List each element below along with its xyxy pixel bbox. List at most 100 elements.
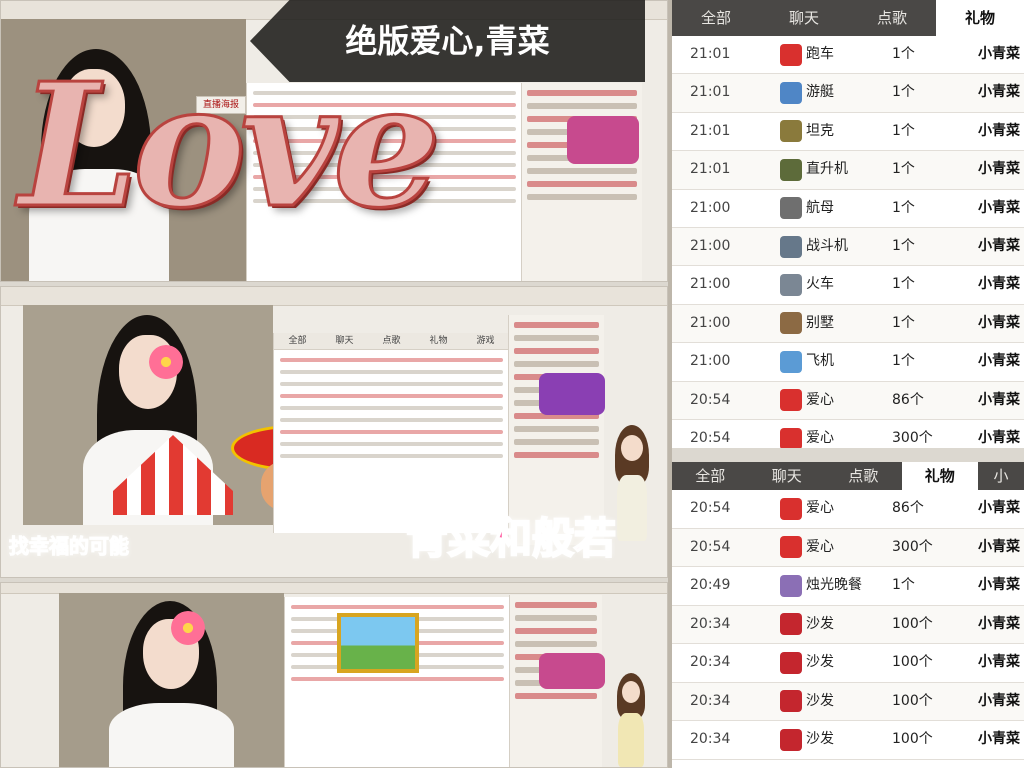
gift-sender[interactable]: 小青菜 (978, 266, 1020, 303)
gift-row: 20:54 爱心 300个 小青菜 (672, 420, 1024, 448)
gift-sender[interactable]: 小青菜 (978, 490, 1020, 528)
gift-sender[interactable]: 小青菜 (978, 190, 1020, 227)
gift-sender[interactable]: 小青菜 (978, 74, 1020, 111)
gift-row: 20:34 沙发 100个 小青菜 (672, 682, 1024, 721)
anime-girl-icon (605, 673, 655, 767)
carrier-icon (780, 197, 802, 220)
gift-sender[interactable]: 小青菜 (978, 683, 1020, 721)
gift-count: 1个 (892, 353, 915, 370)
gift-sender[interactable]: 小青菜 (978, 420, 1020, 448)
gift-name: 战斗机 (806, 237, 848, 254)
gift-name: 爱心 (806, 429, 834, 446)
gift-row: 21:00 别墅 1个 小青菜 (672, 304, 1024, 344)
gift-name: 烛光晚餐 (806, 577, 862, 593)
gift-count: 86个 (892, 500, 924, 516)
gift-sender[interactable]: 小青菜 (978, 151, 1020, 188)
gift-count: 100个 (892, 692, 933, 709)
gift-count: 1个 (892, 276, 915, 293)
gift-name: 游艇 (806, 84, 834, 101)
gift-time: 21:00 (690, 353, 731, 370)
stream-panel-middle: 全部 聊天 点歌 礼物 游戏 找幸福的可能 青菜和般若 (0, 286, 668, 578)
gift-time: 21:01 (690, 122, 731, 139)
gift-list-top: 全部 聊天 点歌 礼物 21:01 跑车 1个 小青菜 21:01 游艇 1个 小青菜 21:0… (672, 0, 1024, 448)
gift-name: 飞机 (806, 353, 834, 370)
gift-count: 100个 (892, 615, 933, 632)
gift-sender[interactable]: 小青菜 (978, 228, 1020, 265)
gift-name: 别墅 (806, 314, 834, 331)
plane-icon (780, 350, 802, 373)
gift-name: 沙发 (806, 692, 834, 709)
gift-sender[interactable]: 小青菜 (978, 721, 1020, 759)
gift-count: 1个 (892, 46, 915, 62)
tank-icon (780, 120, 802, 143)
gift-time: 21:00 (690, 276, 731, 293)
tab-gifts[interactable]: 礼物 (936, 0, 1024, 36)
heart-icon (780, 536, 802, 559)
gift-rows: 21:01 跑车 1个 小青菜 21:01 游艇 1个 小青菜 21:01 坦克 1个 小青菜 21:0… (672, 36, 1024, 448)
gift-row: 20:49 烛光晚餐 1个 小青菜 (672, 567, 1024, 606)
car-icon (780, 43, 802, 66)
heart-icon (780, 427, 802, 448)
tab-gifts[interactable]: 礼物 (901, 462, 979, 490)
room-topbar (1, 287, 667, 306)
gift-time: 21:01 (690, 46, 731, 62)
tab-more[interactable]: 小 (978, 462, 1024, 490)
gift-time: 20:34 (690, 615, 731, 632)
heart-icon (780, 497, 802, 520)
gift-name: 爱心 (806, 538, 834, 555)
gift-time: 20:54 (690, 429, 731, 446)
gift-tabs: 全部 聊天 点歌 礼物 (672, 0, 1024, 36)
tab-chat[interactable]: 聊天 (760, 0, 848, 36)
gift-name: 坦克 (806, 122, 834, 139)
stream-panel-bottom (0, 582, 668, 768)
gift-count: 1个 (892, 314, 915, 331)
gift-sender[interactable]: 小青菜 (978, 644, 1020, 682)
gift-time: 20:54 (690, 391, 731, 408)
gift-time: 21:01 (690, 161, 731, 178)
gift-name: 爱心 (806, 391, 834, 408)
gift-name: 沙发 (806, 731, 834, 747)
gift-name: 直升机 (806, 161, 848, 178)
gift-sender[interactable]: 小青菜 (978, 382, 1020, 419)
gift-row: 21:01 直升机 1个 小青菜 (672, 151, 1024, 190)
gift-count: 300个 (892, 429, 933, 446)
flower-icon (149, 345, 183, 379)
sofa-icon (780, 651, 802, 674)
gift-rows: 20:54 爱心 86个 小青菜 20:54 爱心 300个 小青菜 20:49 烛光晚餐 1个 小青… (672, 490, 1024, 760)
gift-tabs: 全部 聊天 点歌 礼物 小 (672, 462, 1024, 490)
gift-sender[interactable]: 小青菜 (978, 529, 1020, 567)
chat-area: 全部 聊天 点歌 礼物 游戏 (273, 333, 509, 533)
gift-count: 1个 (892, 122, 915, 139)
gift-row: 20:54 爱心 300个 小青菜 (672, 528, 1024, 567)
gift-row: 20:34 沙发 100个 小青菜 (672, 644, 1024, 683)
gift-row: 21:01 坦克 1个 小青菜 (672, 113, 1024, 152)
gift-time: 20:54 (690, 538, 731, 555)
tab-songs[interactable]: 点歌 (848, 0, 936, 36)
tab-songs[interactable]: 点歌 (825, 462, 902, 490)
names-overlay: 青菜和般若 (405, 513, 617, 564)
gift-sender[interactable]: 小青菜 (978, 567, 1020, 605)
gift-row: 20:54 爱心 86个 小青菜 (672, 490, 1024, 529)
gift-time: 21:00 (690, 199, 731, 216)
gift-time: 21:00 (690, 237, 731, 254)
gift-time: 20:54 (690, 500, 731, 516)
gift-name: 火车 (806, 276, 834, 293)
gift-count: 100个 (892, 654, 933, 670)
gift-sender[interactable]: 小青菜 (978, 36, 1020, 73)
sofa-icon (780, 690, 802, 713)
gift-row: 21:01 游艇 1个 小青菜 (672, 74, 1024, 113)
gift-count: 1个 (892, 237, 915, 254)
gift-count: 1个 (892, 199, 915, 216)
gift-count: 1个 (892, 161, 915, 178)
gift-sender[interactable]: 小青菜 (978, 606, 1020, 644)
gift-list-bottom: 全部 聊天 点歌 礼物 小 20:54 爱心 86个 小青菜 20:54 爱心 300个 小青… (672, 462, 1024, 768)
gift-sender[interactable]: 小青菜 (978, 113, 1020, 150)
gift-row: 20:34 沙发 100个 小青菜 (672, 721, 1024, 760)
gift-sender[interactable]: 小青菜 (978, 343, 1020, 380)
gift-count: 86个 (892, 391, 924, 408)
sofa-icon (780, 728, 802, 751)
gift-sender[interactable]: 小青菜 (978, 305, 1020, 342)
tab-all[interactable]: 全部 (672, 462, 749, 490)
tab-all[interactable]: 全部 (672, 0, 760, 36)
tab-chat[interactable]: 聊天 (749, 462, 826, 490)
